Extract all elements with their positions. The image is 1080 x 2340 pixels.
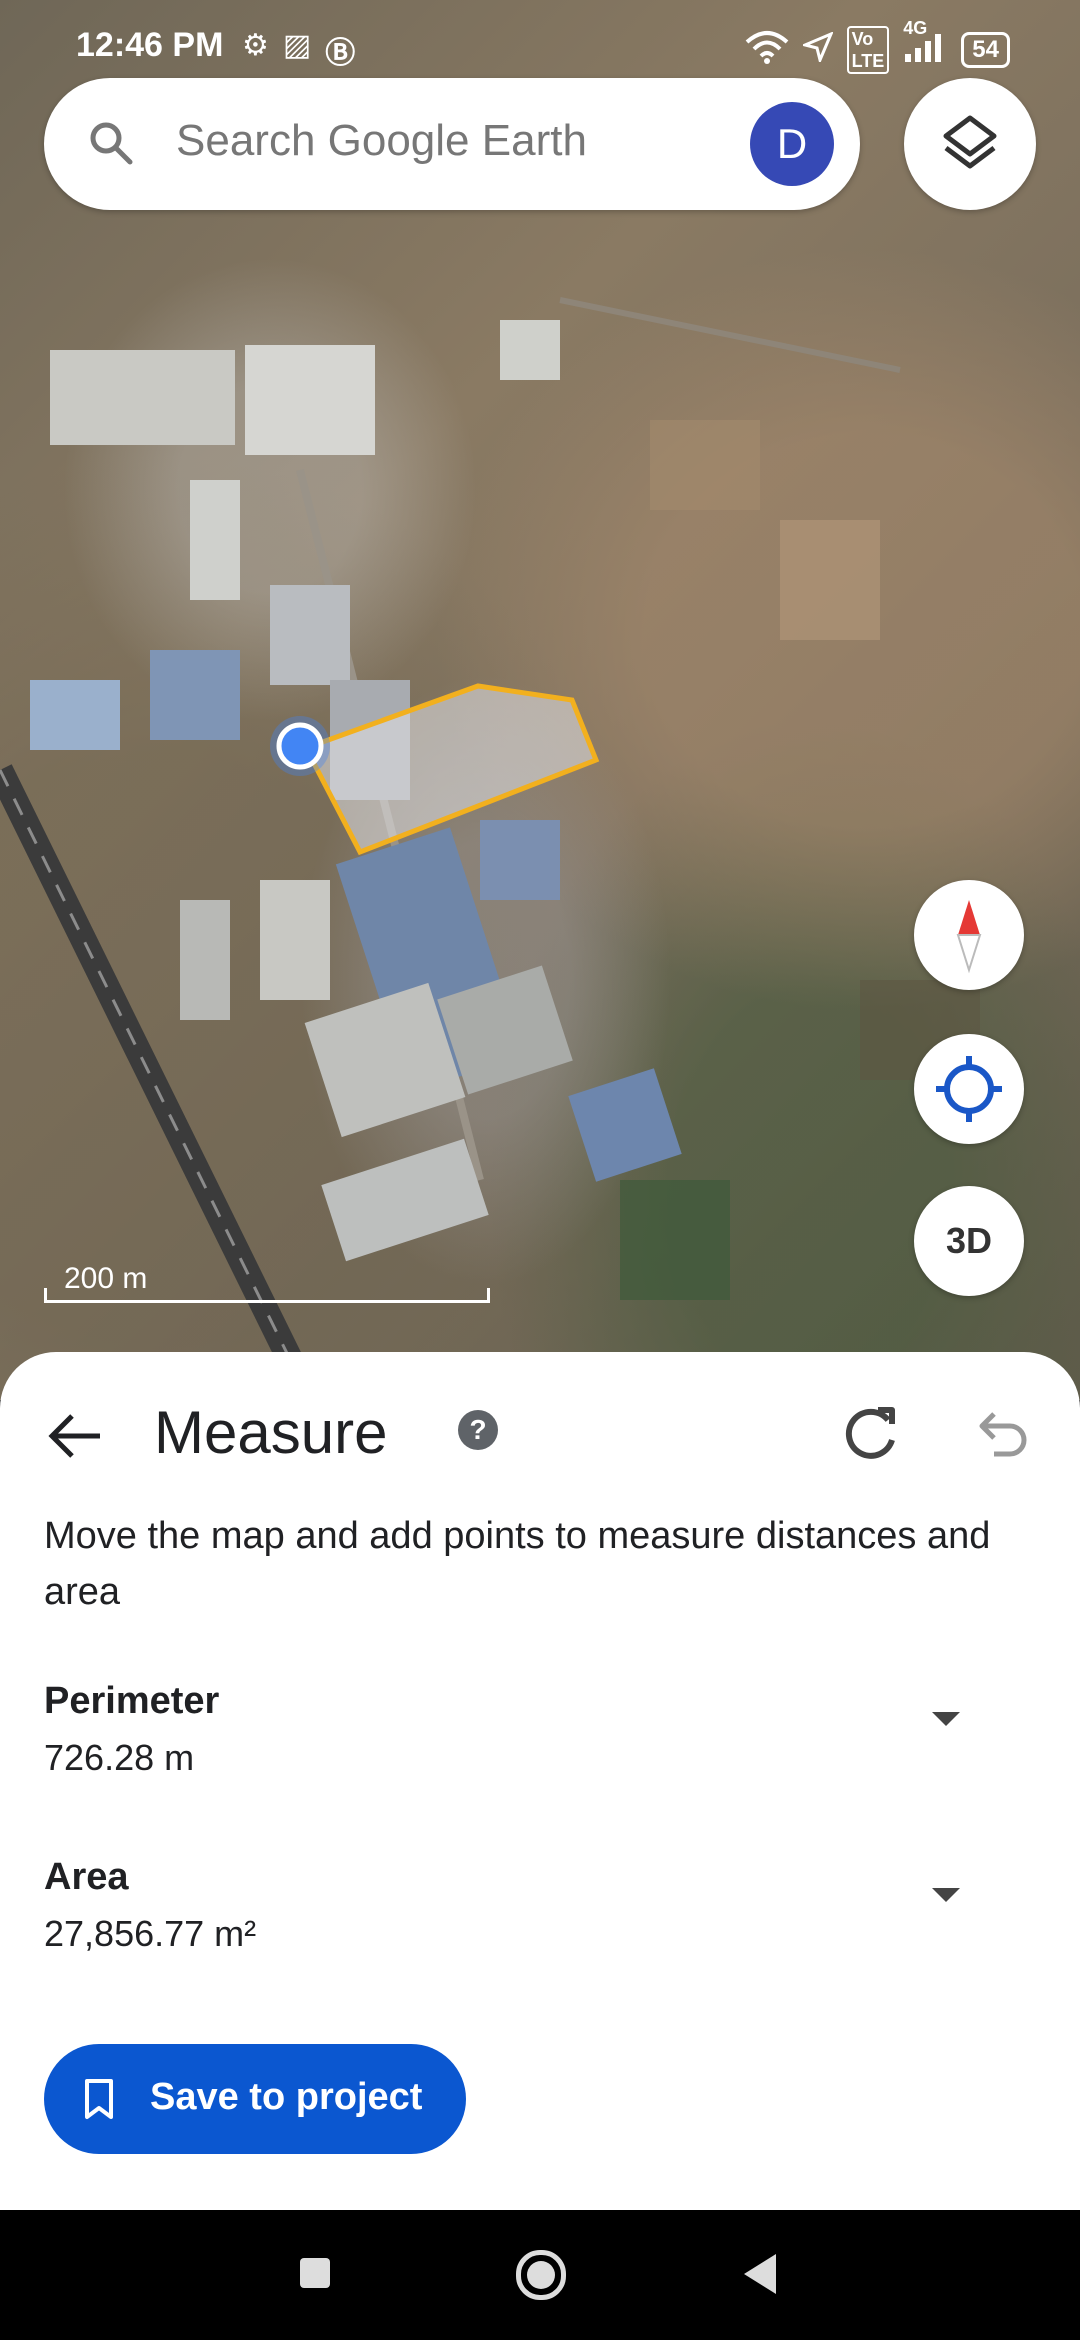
building: [500, 320, 560, 380]
solar-roof: [30, 680, 120, 750]
building: [260, 880, 330, 1000]
area-value: 27,856.77 m²: [44, 1913, 257, 1954]
back-arrow-icon[interactable]: [44, 1404, 108, 1468]
b-badge-icon: Ⓑ: [325, 37, 356, 70]
measure-description: Move the map and add points to measure d…: [44, 1515, 991, 1613]
perimeter-row[interactable]: Perimeter 726.28 m: [44, 1680, 1044, 1779]
perimeter-label: Perimeter: [44, 1680, 220, 1722]
chevron-down-icon[interactable]: [932, 1888, 960, 1902]
search-icon: [90, 122, 133, 165]
photo-icon: ▨: [282, 29, 312, 62]
avatar[interactable]: D: [750, 102, 834, 186]
battery-indicator: 54: [961, 32, 1010, 68]
status-right-icons: Vo LTE 4G 54: [745, 18, 1010, 74]
map-features: [0, 297, 980, 1400]
road: [559, 297, 901, 373]
scale-bar: 200 m: [44, 1262, 490, 1303]
area-label: Area: [44, 1856, 129, 1898]
my-location-icon: [936, 1056, 1002, 1122]
status-time: 12:46 PM: [76, 26, 224, 64]
chevron-down-icon[interactable]: [932, 1712, 960, 1726]
building: [245, 345, 375, 455]
scale-line: [44, 1288, 490, 1303]
status-left-icons: ⚙ ▨ Ⓑ: [242, 28, 355, 72]
layers-icon: [943, 115, 997, 169]
building: [270, 585, 350, 685]
satellite-map[interactable]: [0, 0, 1080, 1400]
wifi-icon: [745, 30, 789, 71]
home-button[interactable]: [516, 2250, 566, 2300]
building: [321, 1138, 489, 1262]
back-button[interactable]: [744, 2254, 776, 2294]
solar-roof: [150, 650, 240, 740]
building: [180, 900, 230, 1020]
location-arrow-icon: [799, 30, 834, 69]
gear-icon: ⚙: [242, 29, 269, 62]
save-to-project-button[interactable]: Save to project: [44, 2044, 466, 2154]
search-input[interactable]: Search Google Earth: [176, 116, 587, 166]
field: [620, 1180, 730, 1300]
bookmark-icon: [85, 2079, 113, 2119]
building: [190, 480, 240, 600]
panel-title: Measure: [154, 1399, 388, 1466]
location-dot: [276, 722, 324, 770]
save-button-label: Save to project: [150, 2076, 423, 2118]
layers-button[interactable]: [904, 78, 1036, 210]
measure-panel: Measure ? Move the map and add points to…: [0, 1352, 1080, 2210]
system-nav-bar: [0, 2210, 1080, 2340]
volte-icon: Vo LTE: [846, 26, 890, 74]
compass-icon: [956, 900, 982, 974]
solar-roof: [480, 820, 560, 900]
building: [50, 350, 235, 445]
solar-roof: [568, 1068, 682, 1182]
recents-button[interactable]: [300, 2258, 330, 2288]
perimeter-value: 726.28 m: [44, 1737, 195, 1778]
search-bar[interactable]: Search Google Earth D: [44, 78, 860, 210]
my-location-button[interactable]: [914, 1034, 1024, 1144]
compass-button[interactable]: [914, 880, 1024, 990]
field: [650, 420, 760, 510]
redo-icon[interactable]: [838, 1400, 904, 1466]
field: [780, 520, 880, 640]
undo-icon[interactable]: [970, 1402, 1030, 1462]
signal-4g-icon: 4G: [903, 18, 947, 69]
help-icon[interactable]: ?: [458, 1410, 498, 1450]
area-row[interactable]: Area 27,856.77 m²: [44, 1856, 1044, 1955]
3d-toggle-button[interactable]: 3D: [914, 1186, 1024, 1296]
